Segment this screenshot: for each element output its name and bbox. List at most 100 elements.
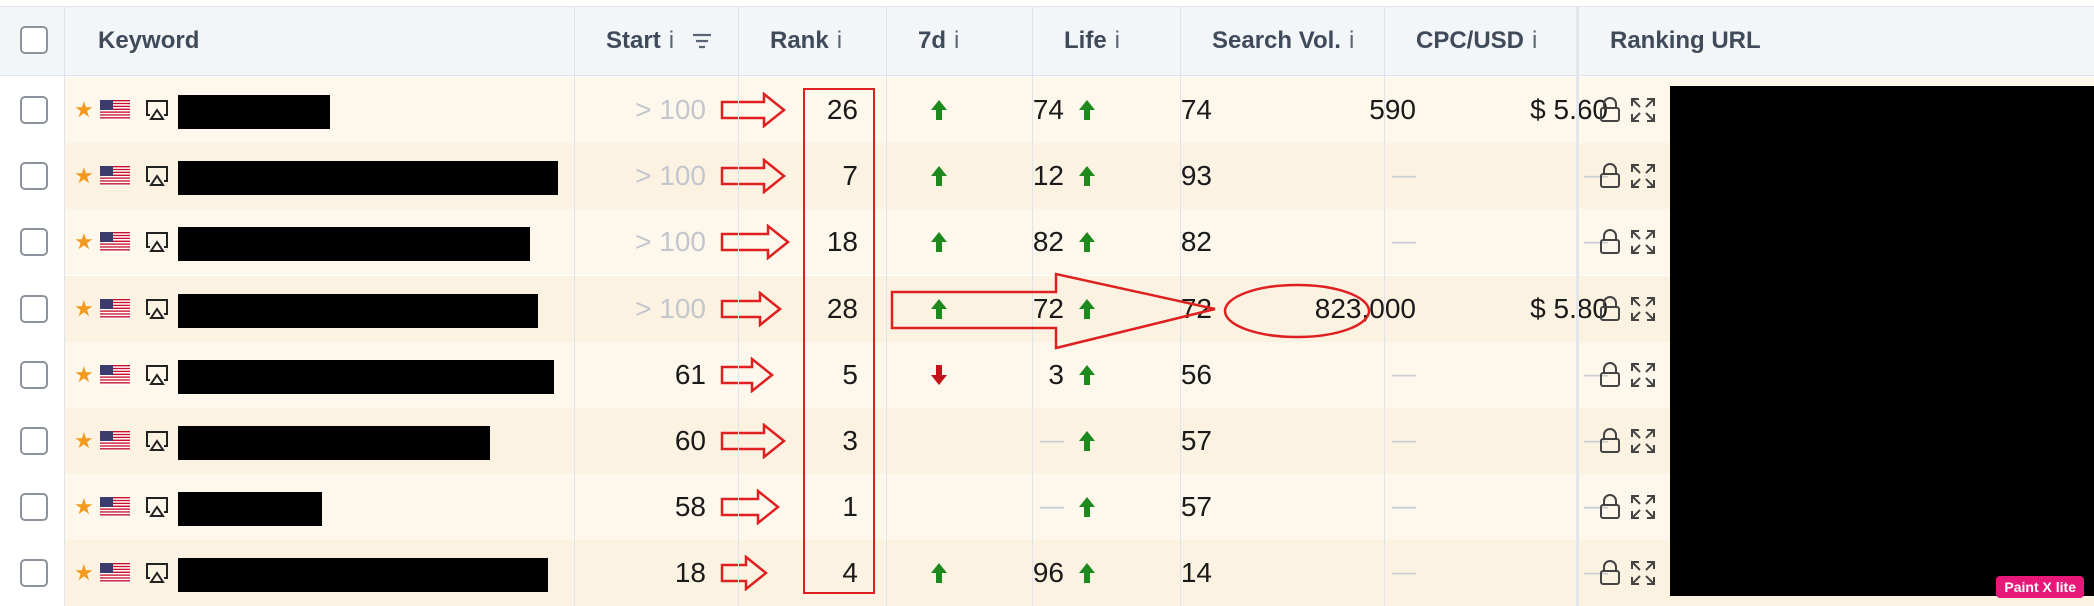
col-7d[interactable]: 7d i <box>918 7 959 75</box>
device-screen-icon[interactable] <box>144 143 170 209</box>
column-divider <box>1576 6 1579 606</box>
arrow-up-icon <box>1078 143 1096 209</box>
search-volume-value: — <box>1392 360 1416 388</box>
expand-icon[interactable] <box>1630 143 1656 209</box>
col-ranking-url[interactable]: Ranking URL <box>1610 7 1761 75</box>
search-volume-value: — <box>1392 493 1416 521</box>
start-rank-value: > 100 <box>635 226 706 258</box>
expand-icon[interactable] <box>1630 209 1656 275</box>
lock-icon[interactable] <box>1598 209 1622 275</box>
device-screen-icon[interactable] <box>144 408 170 474</box>
device-screen-icon[interactable] <box>144 209 170 275</box>
lock-icon[interactable] <box>1598 77 1622 143</box>
star-icon[interactable]: ★ <box>74 209 94 275</box>
device-screen-icon[interactable] <box>144 276 170 342</box>
col-search-vol[interactable]: Search Vol. i <box>1212 7 1354 75</box>
col-cpc[interactable]: CPC/USD i <box>1416 7 1537 75</box>
redacted-keyword <box>178 359 554 394</box>
7d-change-value: 82 <box>1032 226 1064 258</box>
lock-icon[interactable] <box>1598 276 1622 342</box>
us-flag-icon <box>100 408 130 474</box>
info-icon[interactable]: i <box>1532 27 1537 55</box>
column-divider <box>886 6 887 606</box>
us-flag-icon <box>100 77 130 143</box>
7d-change-value: 74 <box>1032 94 1064 125</box>
7d-change-value: 12 <box>1032 160 1064 192</box>
arrow-up-icon <box>930 540 948 606</box>
row-checkbox[interactable] <box>20 96 48 124</box>
row-checkbox[interactable] <box>20 162 48 191</box>
arrow-up-icon <box>1078 77 1096 143</box>
7d-change-value: — <box>1040 427 1064 454</box>
arrow-up-icon <box>930 143 948 209</box>
expand-icon[interactable] <box>1630 342 1656 408</box>
annotation-arrow <box>720 474 780 540</box>
expand-icon[interactable] <box>1630 77 1656 143</box>
row-checkbox[interactable] <box>20 294 48 323</box>
column-divider <box>1384 6 1385 606</box>
arrow-up-icon <box>1078 408 1096 474</box>
callout-ellipse <box>1223 283 1371 339</box>
star-icon[interactable]: ★ <box>74 143 94 209</box>
col-start[interactable]: Start i <box>606 7 712 75</box>
lock-icon[interactable] <box>1598 474 1622 540</box>
device-screen-icon[interactable] <box>144 474 170 540</box>
rank-column-highlight-box <box>803 88 875 594</box>
row-checkbox[interactable] <box>20 360 48 389</box>
us-flag-icon <box>100 474 130 540</box>
redacted-ranking-urls <box>1670 86 2094 596</box>
watermark-badge: Paint X lite <box>1996 576 2084 598</box>
star-icon[interactable]: ★ <box>74 77 94 143</box>
annotation-arrow <box>720 276 782 342</box>
star-icon[interactable]: ★ <box>74 408 94 474</box>
lock-icon[interactable] <box>1598 342 1622 408</box>
device-screen-icon[interactable] <box>144 77 170 143</box>
info-icon[interactable]: i <box>669 27 674 55</box>
info-icon[interactable]: i <box>954 27 959 55</box>
column-divider <box>574 6 575 606</box>
expand-icon[interactable] <box>1630 474 1656 540</box>
expand-icon[interactable] <box>1630 276 1656 342</box>
arrow-up-icon <box>930 209 948 275</box>
lock-icon[interactable] <box>1598 408 1622 474</box>
lock-icon[interactable] <box>1598 540 1622 606</box>
row-checkbox[interactable] <box>20 427 48 455</box>
lock-icon[interactable] <box>1598 143 1622 209</box>
star-icon[interactable]: ★ <box>74 474 94 540</box>
star-icon[interactable]: ★ <box>74 540 94 606</box>
info-icon[interactable]: i <box>1115 27 1120 55</box>
search-volume-value: — <box>1392 427 1416 454</box>
info-icon[interactable]: i <box>1349 27 1354 55</box>
start-rank-value: 58 <box>674 491 706 523</box>
callout-arrow <box>890 272 1216 350</box>
col-keyword[interactable]: Keyword <box>98 7 199 75</box>
search-volume-value: — <box>1392 162 1416 190</box>
star-icon[interactable]: ★ <box>74 276 94 342</box>
sort-icon[interactable] <box>692 32 712 50</box>
col-rank[interactable]: Rank i <box>770 7 842 75</box>
device-screen-icon[interactable] <box>144 540 170 606</box>
info-icon[interactable]: i <box>837 27 842 55</box>
annotation-arrow <box>720 209 790 275</box>
expand-icon[interactable] <box>1630 540 1656 606</box>
redacted-keyword <box>178 227 530 262</box>
expand-icon[interactable] <box>1630 408 1656 474</box>
row-checkbox[interactable] <box>20 493 48 522</box>
start-rank-value: 61 <box>674 358 706 390</box>
redacted-keyword <box>178 492 322 527</box>
row-checkbox[interactable] <box>20 228 48 257</box>
us-flag-icon <box>100 143 130 209</box>
select-all-checkbox[interactable] <box>20 26 48 54</box>
annotation-arrow <box>720 342 774 408</box>
start-rank-value: 18 <box>674 557 706 589</box>
row-checkbox[interactable] <box>20 559 48 588</box>
device-screen-icon[interactable] <box>144 342 170 408</box>
table-header: Keyword Start i Rank i 7d i Life i Search Vo… <box>0 6 2094 76</box>
star-icon[interactable]: ★ <box>74 342 94 408</box>
col-life[interactable]: Life i <box>1064 7 1120 75</box>
annotation-arrow <box>720 143 786 209</box>
column-divider <box>64 6 65 606</box>
column-divider <box>738 6 739 606</box>
start-rank-value: > 100 <box>635 94 706 125</box>
start-rank-value: > 100 <box>635 160 706 192</box>
